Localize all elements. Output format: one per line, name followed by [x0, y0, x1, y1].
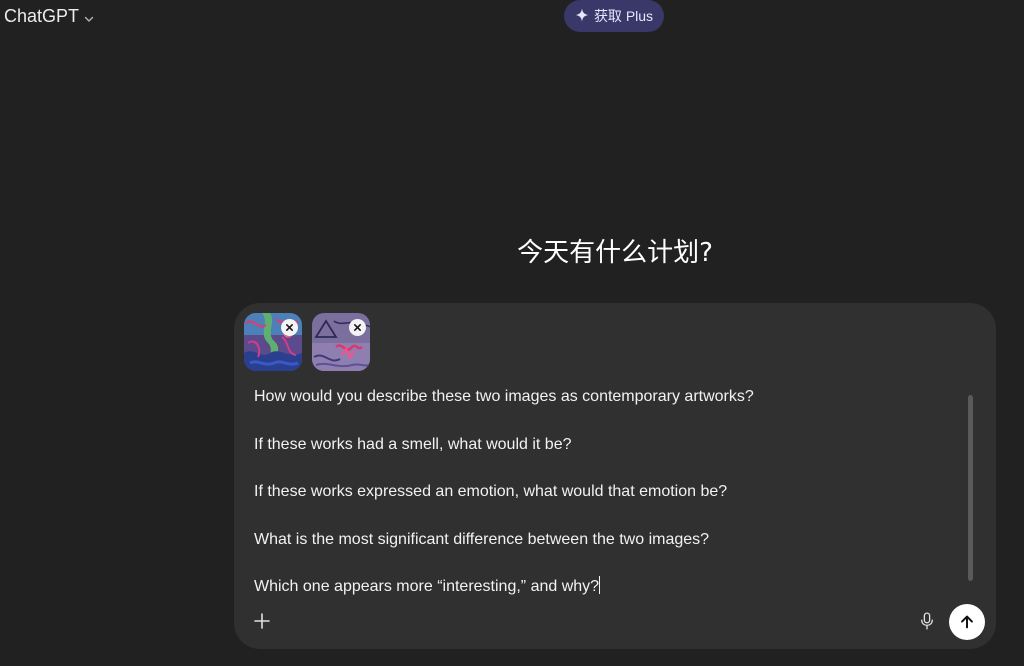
get-plus-label: 获取 Plus — [593, 8, 654, 24]
prompt-line — [254, 456, 954, 480]
prompt-line: If these works expressed an emotion, wha… — [254, 483, 728, 501]
microphone-icon — [921, 612, 933, 630]
image-attachment[interactable] — [244, 313, 302, 371]
prompt-scrollbar[interactable] — [968, 395, 973, 581]
plus-icon — [254, 613, 270, 629]
image-attachment[interactable] — [312, 313, 370, 371]
prompt-line-last: Which one appears more “interesting,” an… — [254, 575, 954, 599]
message-composer: How would you describe these two images … — [234, 303, 996, 649]
close-icon — [353, 323, 362, 332]
attachment-list — [244, 313, 370, 371]
remove-attachment-button[interactable] — [281, 319, 298, 336]
prompt-line — [254, 409, 954, 433]
add-attachment-button[interactable] — [250, 609, 274, 633]
get-plus-button[interactable]: 获取 Plus — [564, 0, 664, 32]
send-button[interactable] — [949, 604, 985, 640]
greeting-heading: 今天有什么计划? — [517, 238, 713, 268]
model-name: ChatGPT — [4, 5, 80, 26]
prompt-line: What is the most significant difference … — [254, 530, 710, 548]
chat-page: ChatGPT 获取 Plus 今天有什么计划? How would you d… — [0, 0, 1024, 666]
sparkle-icon — [575, 8, 589, 25]
model-switcher[interactable]: ChatGPT — [4, 4, 95, 28]
prompt-line — [254, 552, 954, 576]
remove-attachment-button[interactable] — [349, 319, 366, 336]
arrow-up-icon — [961, 615, 973, 629]
prompt-line: If these works had a smell, what would i… — [254, 435, 572, 453]
text-caret — [599, 576, 601, 595]
prompt-line-text: Which one appears more “interesting,” an… — [254, 578, 600, 596]
prompt-line — [254, 504, 954, 528]
chevron-down-icon — [83, 10, 95, 22]
prompt-input[interactable]: How would you describe these two images … — [254, 385, 954, 597]
prompt-line: How would you describe these two images … — [254, 388, 754, 405]
microphone-button[interactable] — [916, 609, 938, 633]
close-icon — [285, 323, 294, 332]
